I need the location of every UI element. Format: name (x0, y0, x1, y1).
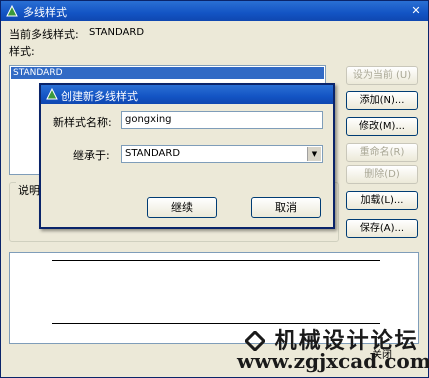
create-style-dialog: 创建新多线样式 新样式名称: gongxing 继承于: STANDARD ▼ … (39, 83, 335, 229)
delete-button[interactable]: 删除(D) (346, 165, 418, 184)
current-style-label: 当前多线样式: (9, 28, 79, 41)
styles-label: 样式: (9, 45, 35, 58)
based-on-value: STANDARD (125, 148, 181, 159)
modify-button[interactable]: 修改(M)... (346, 117, 418, 136)
current-style-value: STANDARD (89, 27, 145, 38)
cancel-button[interactable]: 取消 (251, 197, 321, 218)
new-button[interactable]: 添加(N)... (346, 91, 418, 110)
window-title: 多线样式 (23, 6, 67, 19)
new-name-label: 新样式名称: (53, 116, 112, 129)
new-name-field[interactable]: gongxing (121, 111, 323, 129)
close-icon[interactable]: ✕ (408, 3, 424, 18)
preview-line-top (52, 260, 380, 261)
app-icon (46, 87, 58, 100)
list-item[interactable]: STANDARD (11, 67, 324, 79)
save-button[interactable]: 保存(A)... (346, 219, 418, 238)
multiline-style-window: 多线样式 ✕ 当前多线样式: STANDARD 样式: STANDARD 设为当… (0, 0, 429, 378)
based-on-select[interactable]: STANDARD ▼ (121, 145, 323, 163)
set-current-button[interactable]: 设为当前 (U) (346, 66, 418, 85)
rename-button[interactable]: 重命名(R) (346, 143, 418, 162)
watermark-url: www.zgjxcad.com (237, 349, 429, 373)
window-titlebar[interactable]: 多线样式 ✕ (1, 1, 428, 21)
dialog-title: 创建新多线样式 (61, 90, 138, 103)
app-icon (6, 4, 18, 17)
dialog-titlebar[interactable]: 创建新多线样式 (41, 85, 333, 104)
chevron-down-icon[interactable]: ▼ (307, 147, 321, 161)
continue-button[interactable]: 继续 (147, 197, 217, 218)
diamond-icon (243, 329, 267, 353)
load-button[interactable]: 加载(L)... (346, 191, 418, 210)
based-on-label: 继承于: (73, 149, 110, 162)
